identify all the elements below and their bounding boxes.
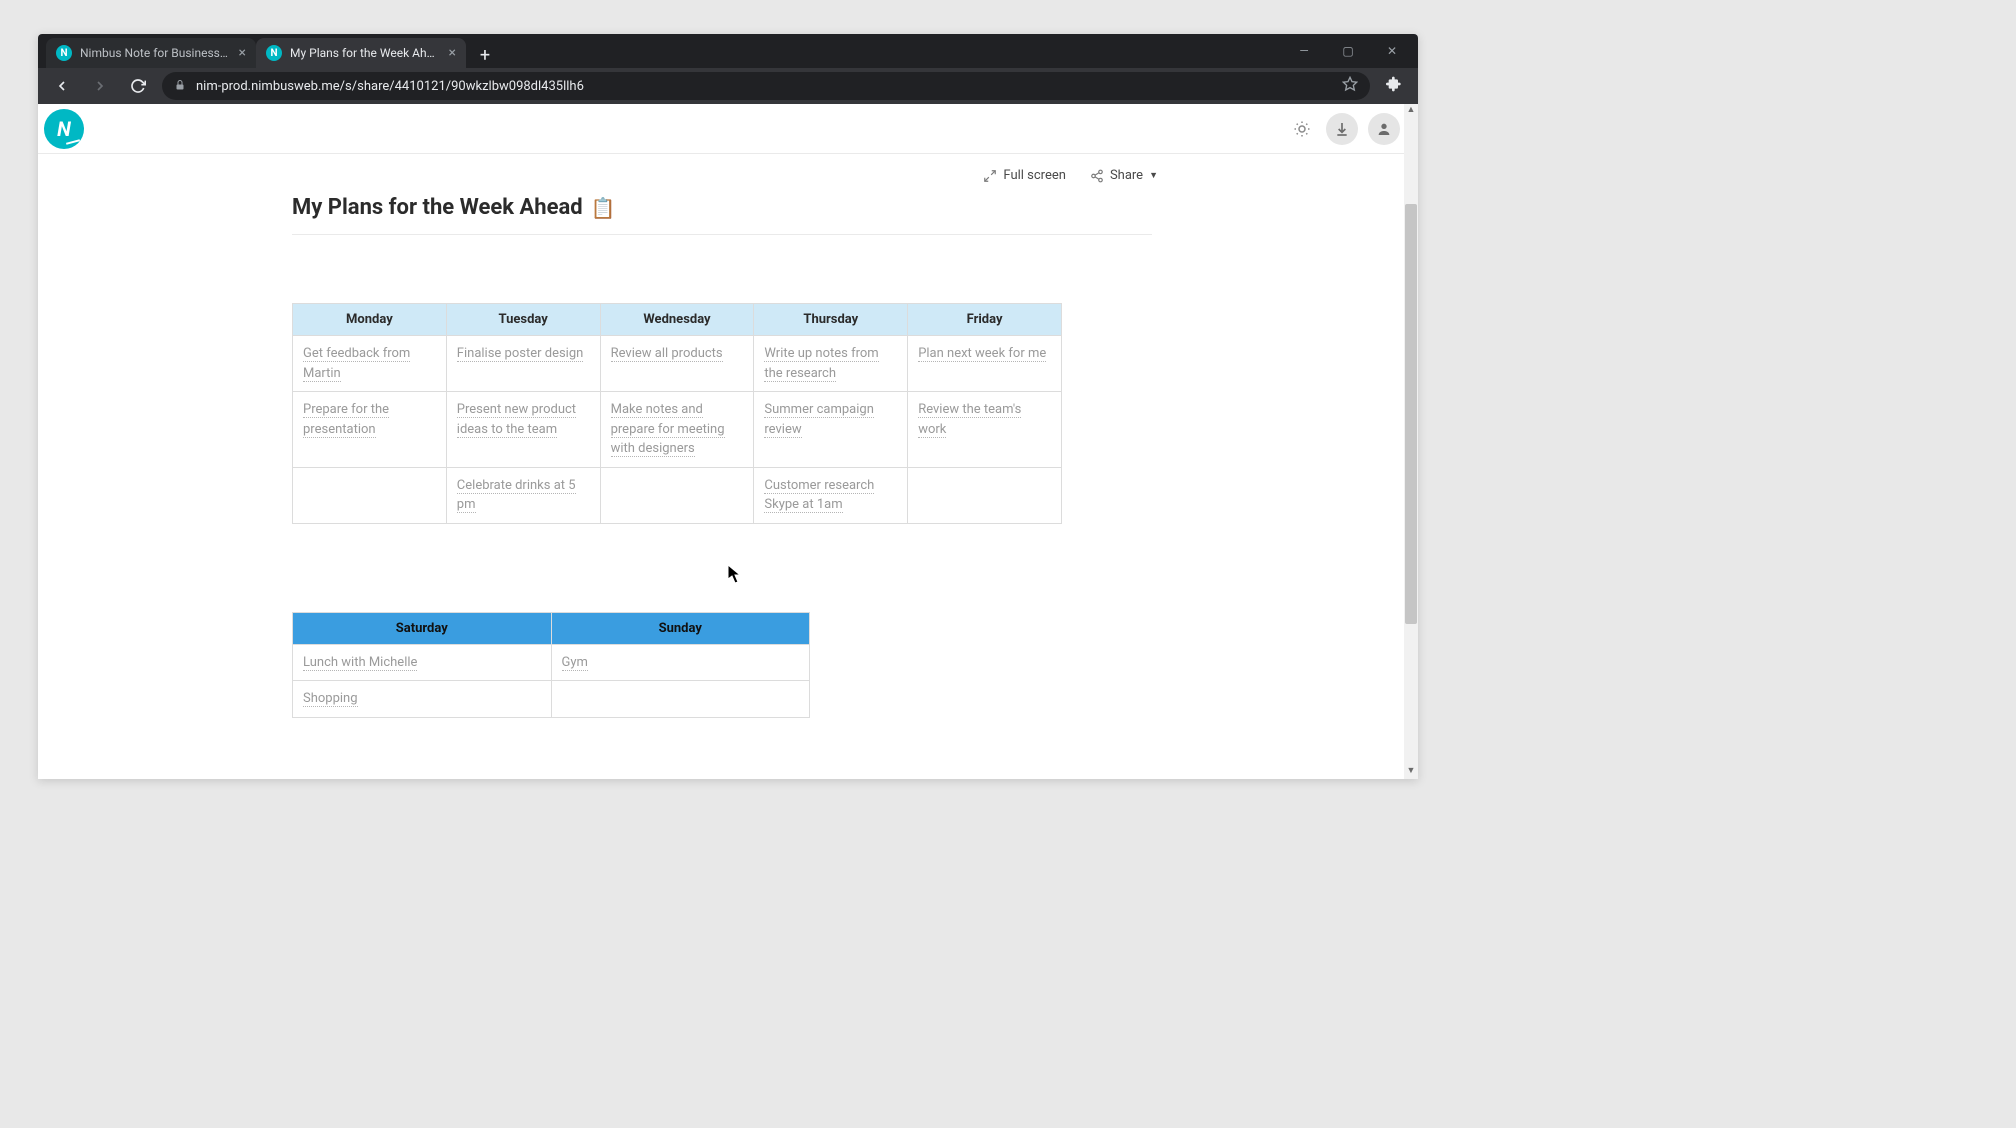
browser-tab-0[interactable]: N Nimbus Note for Business - Org… × <box>46 38 256 68</box>
col-monday: Monday <box>293 304 447 336</box>
col-friday: Friday <box>908 304 1062 336</box>
table-row: Get feedback from Martin Finalise poster… <box>293 336 1062 392</box>
task-link[interactable]: Review all products <box>611 346 723 362</box>
scroll-down-icon[interactable]: ▼ <box>1404 765 1418 779</box>
table-row: Lunch with Michelle Gym <box>293 644 810 681</box>
maximize-button[interactable]: ▢ <box>1326 36 1370 66</box>
profile-button[interactable] <box>1368 113 1400 145</box>
col-wednesday: Wednesday <box>600 304 754 336</box>
task-link[interactable]: Write up notes from the research <box>764 346 878 382</box>
weekend-table: Saturday Sunday Lunch with Michelle Gym … <box>292 612 810 718</box>
vertical-scrollbar[interactable]: ▲ ▼ <box>1404 104 1418 779</box>
nimbus-logo[interactable]: N <box>44 109 84 149</box>
scroll-up-icon[interactable]: ▲ <box>1404 104 1418 118</box>
tab-strip: N Nimbus Note for Business - Org… × N My… <box>38 34 1418 68</box>
col-tuesday: Tuesday <box>446 304 600 336</box>
task-link[interactable]: Review the team's work <box>918 402 1021 438</box>
fullscreen-button[interactable]: Full screen <box>983 168 1066 183</box>
app-header: N <box>38 104 1418 154</box>
url-text: nim-prod.nimbusweb.me/s/share/4410121/90… <box>196 79 1332 94</box>
task-link[interactable]: Summer campaign review <box>764 402 874 438</box>
extensions-button[interactable] <box>1380 76 1408 96</box>
col-saturday: Saturday <box>293 612 552 644</box>
task-link[interactable]: Customer research Skype at 1am <box>764 478 874 514</box>
browser-window: N Nimbus Note for Business - Org… × N My… <box>38 34 1418 779</box>
scroll-thumb[interactable] <box>1405 204 1417 624</box>
table-row: Prepare for the presentation Present new… <box>293 392 1062 468</box>
task-link[interactable]: Make notes and prepare for meeting with … <box>611 402 725 457</box>
document: My Plans for the Week Ahead 📋 Monday Tue… <box>292 195 1152 718</box>
col-thursday: Thursday <box>754 304 908 336</box>
task-link[interactable]: Lunch with Michelle <box>303 655 417 671</box>
address-bar[interactable]: nim-prod.nimbusweb.me/s/share/4410121/90… <box>162 72 1370 100</box>
tab-title: My Plans for the Week Ahead 📋 <box>290 46 441 60</box>
doc-actions: Full screen Share ▼ <box>38 154 1418 183</box>
favicon-icon: N <box>266 45 282 61</box>
close-tab-icon[interactable]: × <box>449 45 456 61</box>
download-button[interactable] <box>1326 113 1358 145</box>
task-link[interactable]: Celebrate drinks at 5 pm <box>457 478 576 514</box>
table-row: Celebrate drinks at 5 pm Customer resear… <box>293 467 1062 523</box>
task-link[interactable]: Gym <box>562 655 588 671</box>
fullscreen-label: Full screen <box>1003 168 1066 183</box>
header-actions <box>1288 113 1400 145</box>
clipboard-icon: 📋 <box>591 196 616 220</box>
theme-toggle-icon[interactable] <box>1288 115 1316 143</box>
table-row: Shopping <box>293 681 810 718</box>
page-title: My Plans for the Week Ahead 📋 <box>292 195 1152 235</box>
task-link[interactable]: Prepare for the presentation <box>303 402 389 438</box>
reload-button[interactable] <box>124 72 152 100</box>
col-sunday: Sunday <box>551 612 810 644</box>
task-link[interactable]: Finalise poster design <box>457 346 584 362</box>
weekday-table: Monday Tuesday Wednesday Thursday Friday… <box>292 303 1062 524</box>
browser-toolbar: nim-prod.nimbusweb.me/s/share/4410121/90… <box>38 68 1418 104</box>
close-tab-icon[interactable]: × <box>239 45 246 61</box>
title-text: My Plans for the Week Ahead <box>292 195 583 220</box>
task-link[interactable]: Present new product ideas to the team <box>457 402 576 438</box>
forward-button[interactable] <box>86 72 114 100</box>
new-tab-button[interactable]: + <box>472 42 498 68</box>
task-link[interactable]: Plan next week for me <box>918 346 1046 362</box>
task-link[interactable]: Get feedback from Martin <box>303 346 410 382</box>
page-content: N Full screen Share ▼ <box>38 104 1418 779</box>
favicon-icon: N <box>56 45 72 61</box>
back-button[interactable] <box>48 72 76 100</box>
share-label: Share <box>1110 168 1143 183</box>
task-link[interactable]: Shopping <box>303 691 358 707</box>
share-button[interactable]: Share ▼ <box>1090 168 1158 183</box>
minimize-button[interactable]: — <box>1282 36 1326 66</box>
tab-title: Nimbus Note for Business - Org… <box>80 46 231 60</box>
close-window-button[interactable]: ✕ <box>1370 36 1414 66</box>
chevron-down-icon: ▼ <box>1149 170 1158 181</box>
lock-icon <box>174 79 186 94</box>
bookmark-star-icon[interactable] <box>1342 76 1358 96</box>
browser-tab-1[interactable]: N My Plans for the Week Ahead 📋 × <box>256 38 466 68</box>
window-controls: — ▢ ✕ <box>1282 34 1414 68</box>
